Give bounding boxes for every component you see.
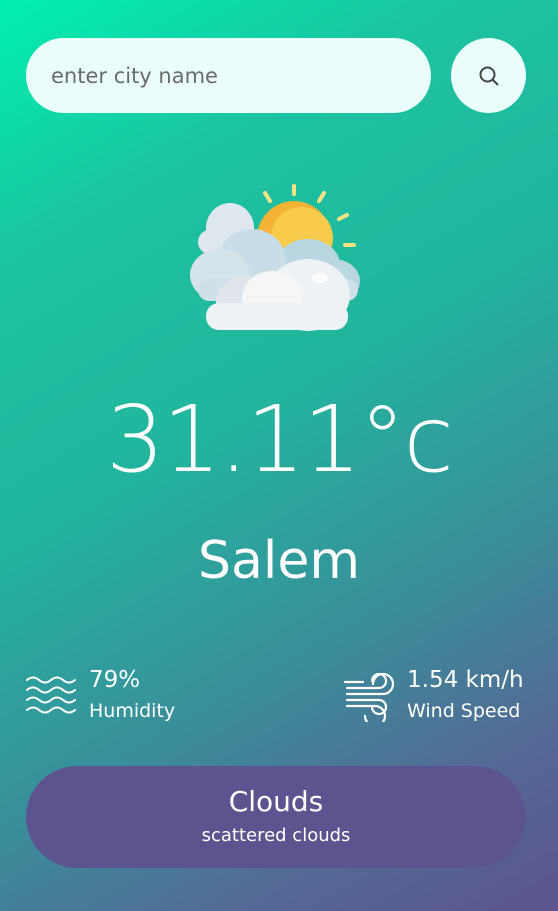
wind-speed-value: 1.54 km/h: [407, 667, 524, 693]
weather-description: scattered clouds: [201, 825, 351, 846]
water-waves-icon: [26, 676, 76, 714]
temperature: 31.11°c: [106, 386, 454, 493]
weather-summary-card: Clouds scattered clouds: [26, 766, 526, 868]
partly-cloudy-sun-icon: [190, 184, 360, 331]
weather-condition: Clouds: [228, 785, 324, 818]
humidity-stat: 79% Humidity: [25, 665, 175, 727]
wind-speed-label: Wind Speed: [407, 700, 521, 722]
humidity-value: 79%: [89, 667, 141, 693]
search-input[interactable]: [26, 38, 431, 113]
humidity-label: Humidity: [89, 700, 176, 722]
search-icon: [479, 66, 498, 85]
search-bar: [26, 38, 526, 113]
wind-icon: [343, 672, 395, 722]
city-name: Salem: [198, 531, 360, 591]
search-button[interactable]: [451, 38, 526, 113]
wind-speed-stat: 1.54 km/h Wind Speed: [343, 665, 524, 727]
